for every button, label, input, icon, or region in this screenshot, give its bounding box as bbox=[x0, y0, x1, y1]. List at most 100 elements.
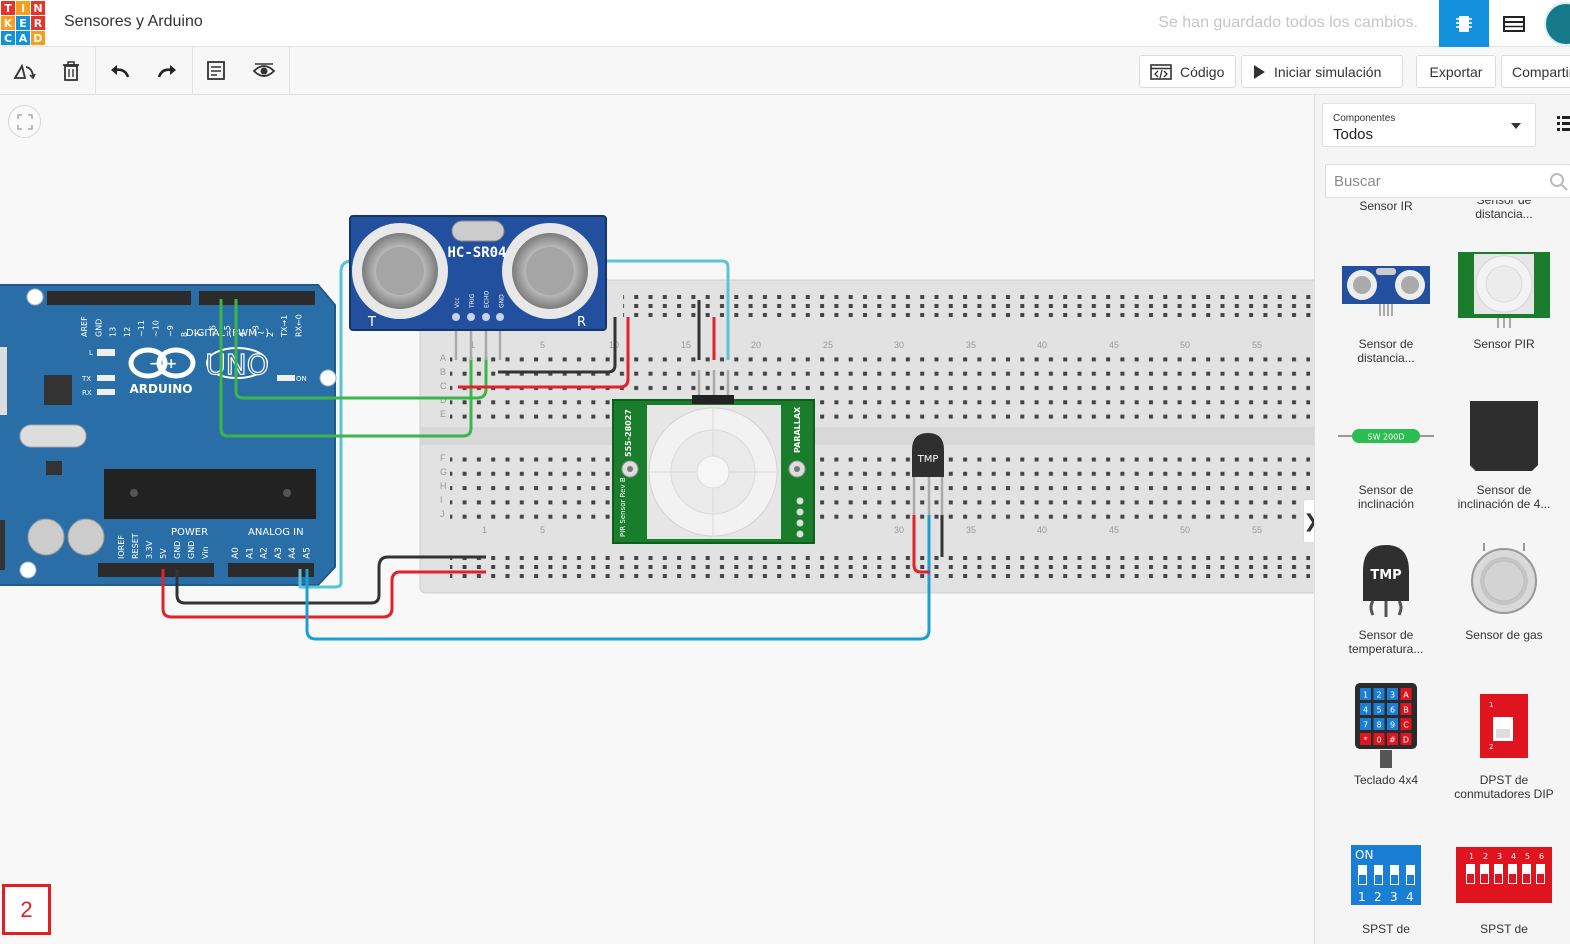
component-search-input[interactable] bbox=[1325, 164, 1570, 198]
logo-letter: D bbox=[31, 31, 45, 45]
notes-button[interactable] bbox=[192, 47, 240, 95]
component-name: Sensor de distancia... bbox=[1357, 337, 1415, 365]
keypad-key-label: A bbox=[1403, 691, 1409, 700]
pin-label: 13 bbox=[109, 327, 118, 337]
pin-label: GND bbox=[498, 294, 505, 308]
pin-label: ~11 bbox=[137, 320, 146, 337]
pin-label: A1 bbox=[245, 547, 255, 559]
pir-caption-label: PIR Sensor Rev B bbox=[619, 477, 627, 537]
schematic-view-button[interactable] bbox=[1489, 0, 1539, 47]
pin-label: TX→1 bbox=[280, 315, 289, 338]
column-label: 40 bbox=[1037, 340, 1047, 350]
circuit-view-button[interactable] bbox=[1439, 0, 1489, 47]
caret-down-icon bbox=[1511, 123, 1521, 129]
component-name: Sensor de distancia... bbox=[1445, 200, 1563, 221]
keypad-key-label: 3 bbox=[1390, 691, 1395, 700]
components-filter-value: Todos bbox=[1333, 126, 1374, 143]
save-status: Se han guardado todos los cambios. bbox=[1158, 14, 1418, 31]
edit-toolbar: Código Iniciar simulación Exportar Compa… bbox=[0, 47, 1570, 95]
circuit-view-icon bbox=[1456, 15, 1472, 32]
column-label: 20 bbox=[751, 340, 761, 350]
row-label: G bbox=[440, 467, 447, 477]
project-title[interactable]: Sensores y Arduino bbox=[64, 13, 203, 31]
tilt-thumb-label: SW 200D bbox=[1368, 433, 1405, 442]
pir-sensor-icon bbox=[1445, 251, 1563, 329]
column-label: 5 bbox=[540, 340, 545, 350]
component-item[interactable]: 1 2 3 A 4 5 6 B 7 8 9 C * 0 # D Teclado 4x4 bbox=[1327, 683, 1445, 787]
delete-icon bbox=[63, 61, 79, 81]
column-label: 35 bbox=[966, 340, 976, 350]
row-label: H bbox=[440, 481, 447, 491]
share-button[interactable]: Compartir bbox=[1501, 55, 1570, 88]
components-filter-select[interactable]: Componentes Todos bbox=[1322, 103, 1536, 147]
component-item[interactable]: 12 DPST de conmutadores DIP bbox=[1445, 687, 1563, 801]
code-button[interactable]: Código bbox=[1139, 55, 1236, 88]
component-item[interactable]: TMP Sensor de temperatura... bbox=[1327, 542, 1445, 656]
page-indicator: 2 bbox=[2, 884, 51, 935]
component-item[interactable]: SW 200D Sensor de inclinación bbox=[1327, 397, 1445, 511]
circuit-drawing: A B C D E F G H I J 1 5 10 15 20 25 30 3… bbox=[0, 215, 1314, 641]
column-label: 45 bbox=[1109, 340, 1119, 350]
pin-label: ~5 bbox=[223, 325, 232, 337]
spst-number: 4 bbox=[1511, 852, 1516, 861]
component-item[interactable]: Sensor de gas bbox=[1445, 542, 1563, 642]
component-item[interactable]: ON 1 2 3 4 SPST de bbox=[1327, 836, 1445, 936]
pin-label: GND bbox=[187, 541, 196, 559]
pin-label: GND bbox=[173, 541, 182, 559]
user-avatar[interactable] bbox=[1544, 2, 1570, 46]
keypad-key-label: 2 bbox=[1376, 691, 1381, 700]
spst-number: 3 bbox=[1390, 890, 1398, 904]
visibility-button[interactable] bbox=[240, 47, 288, 95]
spst-8-switch-icon: 123456 bbox=[1445, 836, 1563, 914]
column-label: 45 bbox=[1109, 525, 1119, 535]
component-name: DPST de conmutadores DIP bbox=[1454, 773, 1554, 801]
pin-label: TRIG bbox=[469, 293, 476, 309]
components-panel: Componentes Todos Sensor IR Sensor de di… bbox=[1314, 95, 1570, 944]
circuit-canvas[interactable]: A B C D E F G H I J 1 5 10 15 20 25 30 3… bbox=[0, 95, 1314, 944]
spst-number: 6 bbox=[1539, 852, 1544, 861]
export-button[interactable]: Exportar bbox=[1416, 55, 1496, 88]
rotate-icon bbox=[13, 63, 36, 80]
receiver-mark: R bbox=[577, 315, 586, 330]
fit-view-icon bbox=[16, 113, 33, 130]
pin-label: AREF bbox=[80, 316, 89, 337]
component-name: Sensor de temperatura... bbox=[1348, 628, 1424, 656]
fit-view-button[interactable] bbox=[8, 105, 41, 138]
l-led-label: L bbox=[89, 349, 93, 357]
start-simulation-button[interactable]: Iniciar simulación bbox=[1241, 55, 1403, 88]
tinkercad-logo[interactable]: T I N K E R C A D bbox=[1, 1, 45, 45]
row-label: J bbox=[440, 509, 445, 519]
pin-label: 4 bbox=[237, 332, 246, 337]
spst-number: 2 bbox=[1483, 852, 1488, 861]
on-led-label: ON bbox=[296, 375, 307, 383]
export-label: Exportar bbox=[1429, 63, 1483, 80]
column-label: 25 bbox=[823, 340, 833, 350]
tilt-4-sensor-icon bbox=[1445, 397, 1563, 475]
code-button-label: Código bbox=[1180, 63, 1225, 80]
column-label: 50 bbox=[1180, 340, 1190, 350]
row-label: E bbox=[440, 409, 446, 419]
redo-button[interactable] bbox=[143, 47, 191, 95]
delete-button[interactable] bbox=[47, 47, 95, 95]
logo-letter: K bbox=[1, 16, 15, 30]
rx-led-label: RX bbox=[82, 389, 92, 397]
undo-button[interactable] bbox=[96, 47, 144, 95]
pin-label: ~3 bbox=[252, 325, 261, 337]
component-item[interactable]: 123456 SPST de bbox=[1445, 836, 1563, 936]
power-header-label: POWER bbox=[171, 527, 208, 538]
list-view-icon[interactable] bbox=[1551, 113, 1570, 135]
keypad-key-label: 7 bbox=[1363, 721, 1368, 730]
component-name: Sensor PIR bbox=[1473, 337, 1535, 351]
spst-4-switch-icon: ON 1 2 3 4 bbox=[1327, 836, 1445, 914]
keypad-key-label: 0 bbox=[1376, 736, 1381, 745]
start-simulation-label: Iniciar simulación bbox=[1274, 63, 1382, 80]
rotate-button[interactable] bbox=[0, 47, 48, 95]
component-item[interactable]: Sensor de distancia... bbox=[1327, 251, 1445, 365]
row-label: A bbox=[440, 353, 446, 363]
transmitter-mark: T bbox=[367, 315, 376, 330]
component-item[interactable]: Sensor de inclinación de 4... bbox=[1445, 397, 1563, 511]
component-name: Teclado 4x4 bbox=[1353, 773, 1419, 787]
component-item[interactable]: Sensor PIR bbox=[1445, 251, 1563, 351]
logo-letter: I bbox=[16, 1, 30, 15]
row-label: B bbox=[440, 367, 446, 377]
